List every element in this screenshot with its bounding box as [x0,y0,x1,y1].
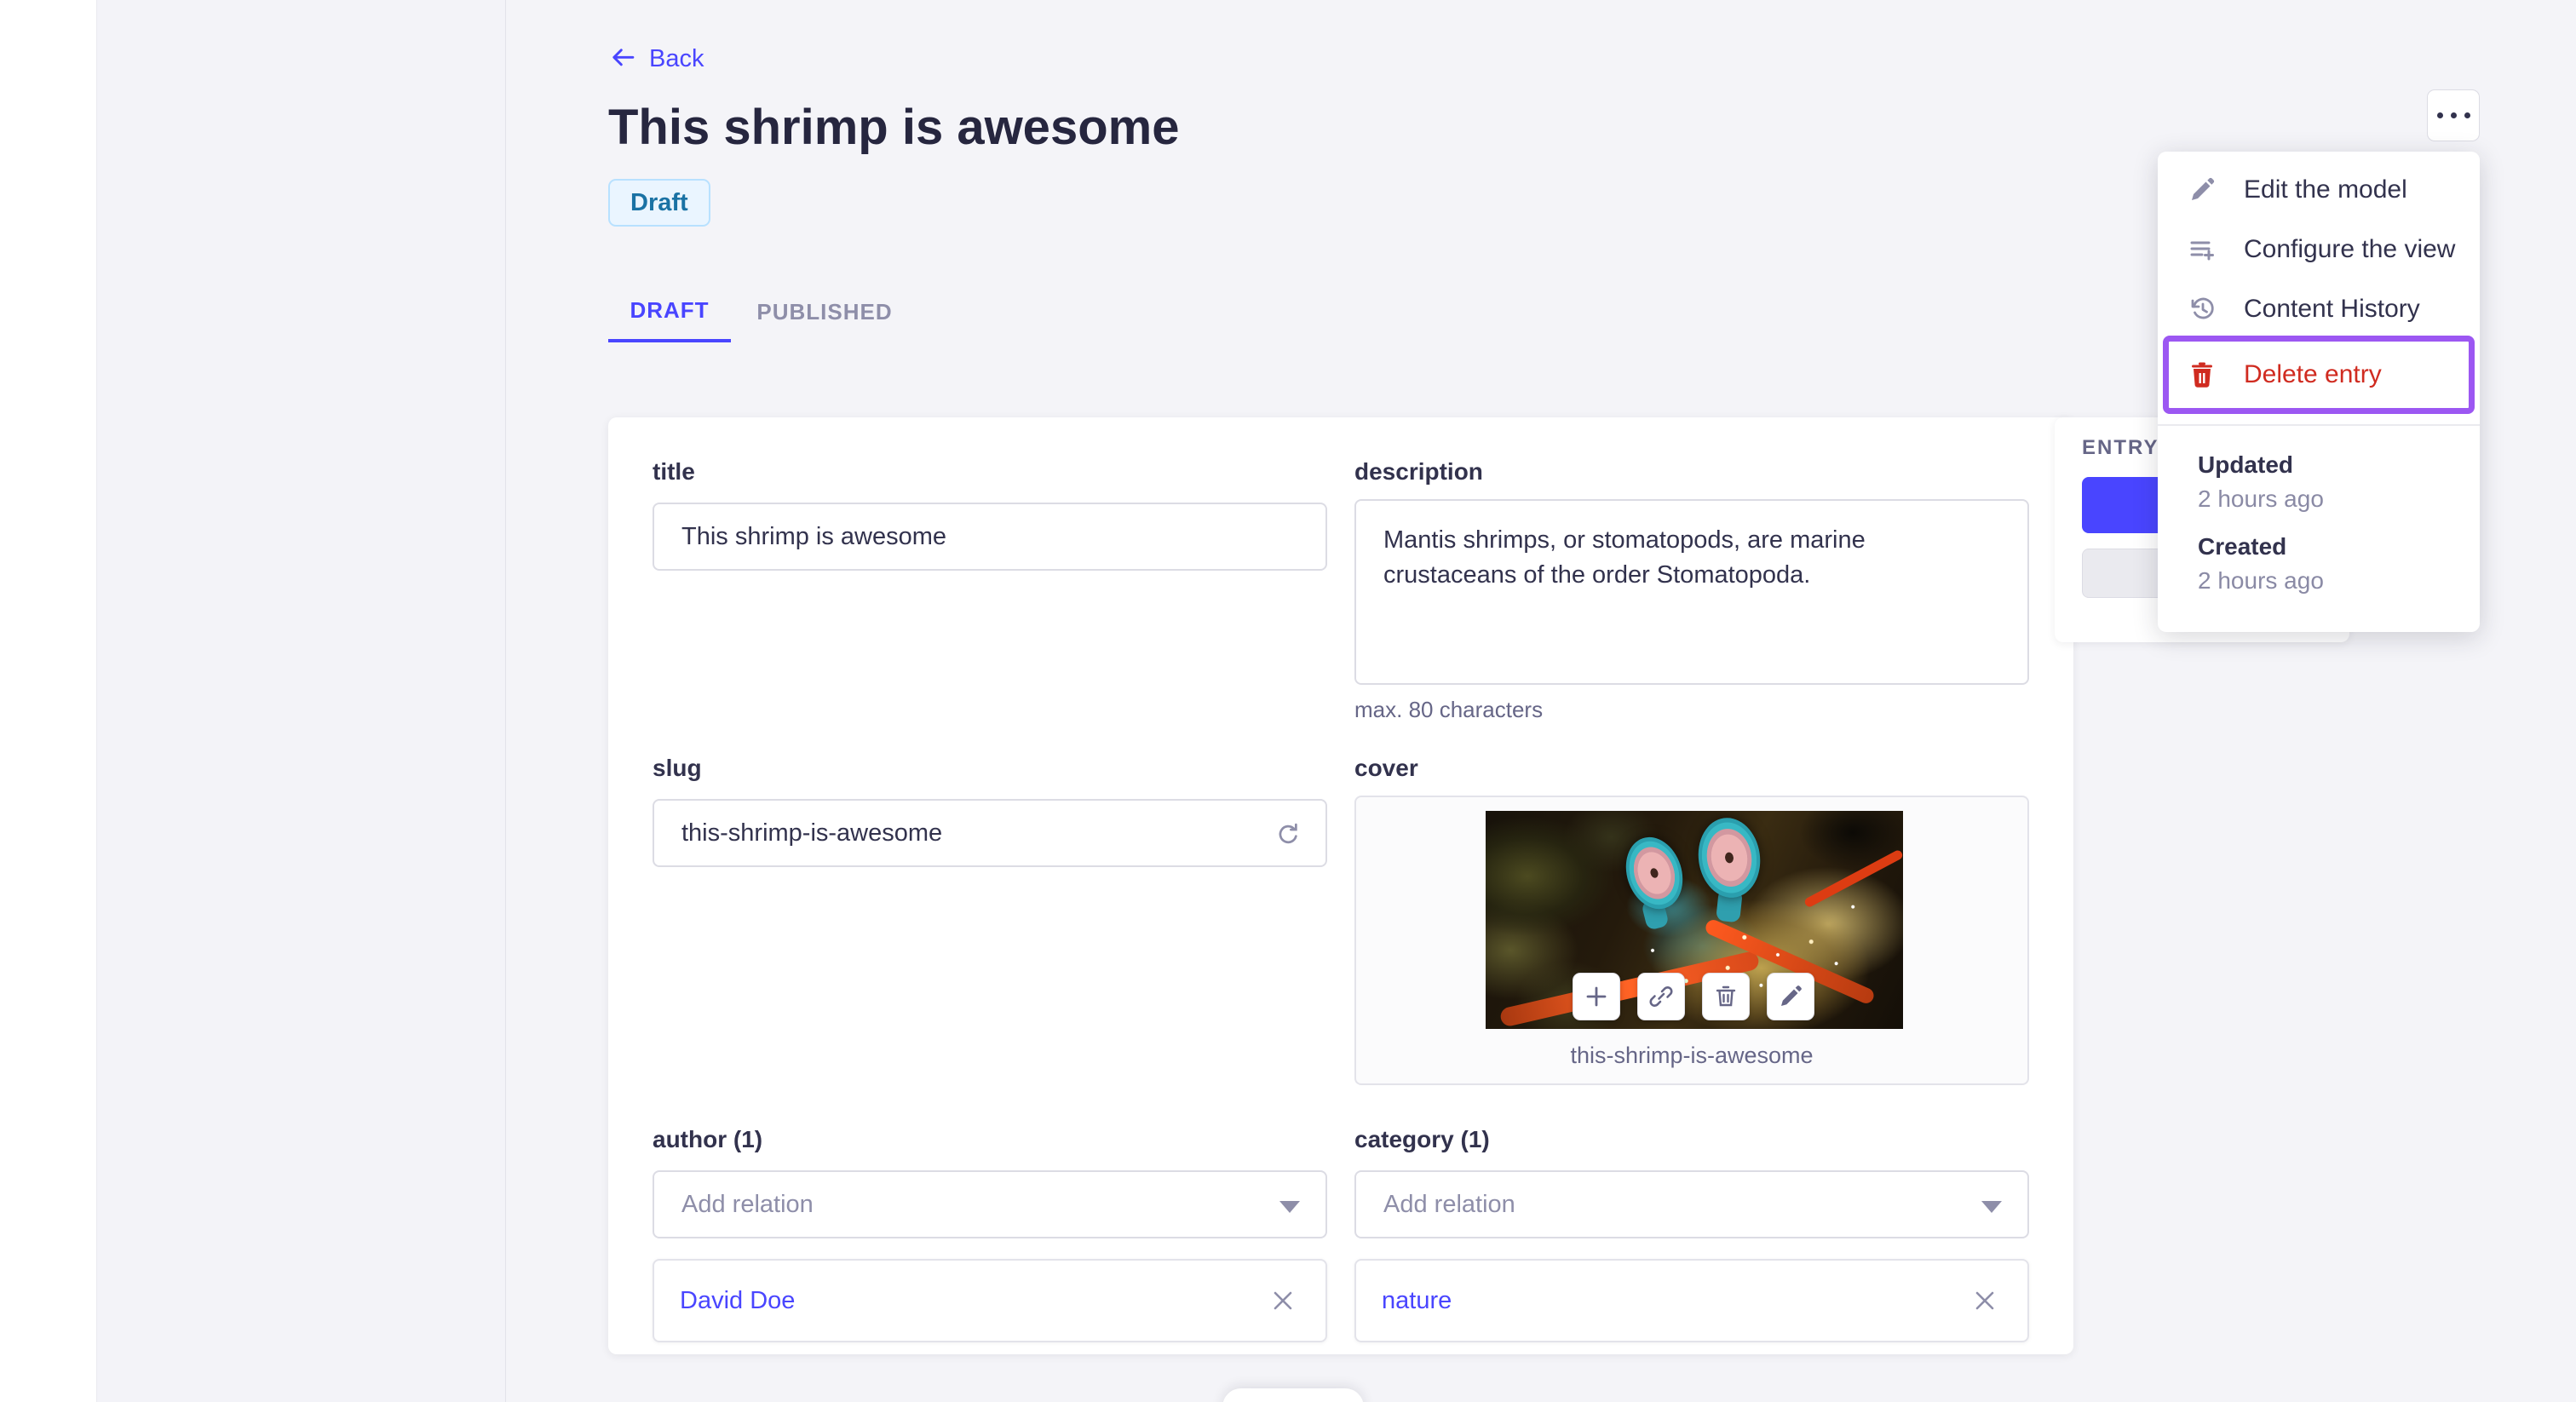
pencil-icon [1781,985,1802,1006]
author-relation-combobox[interactable]: Add relation [653,1170,1327,1238]
pencil-icon [2186,174,2218,206]
close-icon [1975,1291,1994,1310]
add-asset-button[interactable] [1573,973,1620,1020]
description-field-label: description [1354,458,1483,485]
menu-item-content-history[interactable]: Content History [2158,279,2480,339]
menu-item-configure-the-view[interactable]: Configure the view [2158,220,2480,279]
menu-divider [2158,424,2480,426]
list-plus-icon [2186,233,2218,266]
author-placeholder: Add relation [681,1190,814,1218]
remove-author-relation-button[interactable] [1266,1284,1300,1318]
category-relation-item: nature [1354,1259,2029,1342]
category-placeholder: Add relation [1383,1190,1515,1218]
menu-item-label: Content History [2244,295,2420,323]
more-actions-button[interactable] [2427,89,2480,141]
category-relation-combobox[interactable]: Add relation [1354,1170,2029,1238]
chevron-down-icon [1981,1201,2002,1213]
plus-icon [1586,986,1607,1007]
title-input-value: This shrimp is awesome [681,522,947,550]
cover-field-label: cover [1354,755,1418,781]
regenerate-slug-button[interactable] [1271,818,1305,852]
cover-filename-caption: this-shrimp-is-awesome [1570,1043,1814,1068]
menu-item-label: Edit the model [2244,175,2407,204]
cover-image-mantis-shrimp [1486,811,1903,1029]
title-input[interactable]: This shrimp is awesome [653,503,1327,571]
description-helper: max. 80 characters [1354,697,1544,722]
page-title: This shrimp is awesome [608,100,1180,155]
menu-item-edit-the-model[interactable]: Edit the model [2158,160,2480,220]
cover-field-box: this-shrimp-is-awesome [1354,796,2029,1085]
title-field-label: title [653,458,695,485]
shrimp-speckles [1486,811,1903,1029]
copy-link-button[interactable] [1637,973,1685,1020]
author-relation-item: David Doe [653,1259,1327,1342]
menu-item-delete-entry[interactable]: Delete entry [2158,345,2480,405]
entry-panel-label: ENTRY [2082,436,2159,459]
author-field-label: author (1) [653,1126,763,1152]
refresh-icon [1279,823,1297,844]
status-badge: Draft [608,179,710,227]
workspace-rail [0,0,97,1402]
chevron-down-icon [1279,1201,1300,1213]
author-relation-link[interactable]: David Doe [680,1287,795,1315]
edit-form-card: title This shrimp is awesome description… [608,417,2073,1354]
tab-draft[interactable]: DRAFT [608,281,731,342]
updated-label: Updated [2198,451,2293,478]
edit-asset-button[interactable] [1767,973,1814,1020]
trash-icon [1716,985,1736,1007]
created-value: 2 hours ago [2198,567,2324,594]
updated-value: 2 hours ago [2198,486,2324,512]
category-field-label: category (1) [1354,1126,1490,1152]
floating-action-bar[interactable] [1222,1388,1364,1402]
category-relation-link[interactable]: nature [1382,1287,1452,1315]
slug-input-value: this-shrimp-is-awesome [681,819,943,847]
description-value: Mantis shrimps, or stomatopods, are mari… [1383,526,1866,589]
back-button[interactable]: Back [608,44,704,73]
tab-published[interactable]: PUBLISHED [750,281,900,342]
more-actions-menu: Edit the model Configure the view Conten… [2158,152,2480,632]
history-clock-icon [2186,293,2218,325]
remove-category-relation-button[interactable] [1968,1284,2002,1318]
trash-icon [2186,359,2218,391]
subnav-panel [97,0,506,1402]
description-textarea[interactable]: Mantis shrimps, or stomatopods, are mari… [1354,499,2029,685]
slug-field-label: slug [653,755,702,781]
back-label: Back [649,44,704,72]
back-arrow-icon [612,49,635,66]
menu-item-label: Delete entry [2244,360,2382,388]
delete-asset-button[interactable] [1702,973,1750,1020]
slug-input[interactable]: this-shrimp-is-awesome [653,799,1327,867]
close-icon [1274,1291,1292,1310]
menu-item-label: Configure the view [2244,235,2456,263]
created-label: Created [2198,533,2287,560]
link-icon [1649,986,1673,1007]
